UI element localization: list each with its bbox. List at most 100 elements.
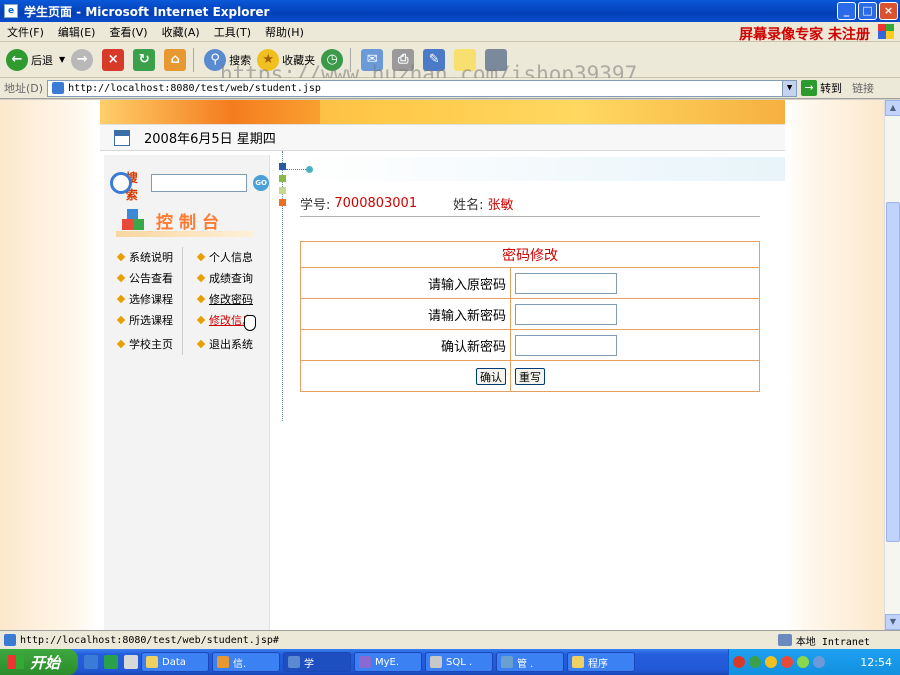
page-body: 搜索 GO 控制台 系统说明 公告查看 选修课程 所选课程 学校主页 个人信息 … (100, 151, 785, 630)
task-myeclipse[interactable]: MyE. (354, 652, 422, 672)
address-url: http://localhost:8080/test/web/student.j… (68, 82, 321, 94)
intranet-icon (777, 634, 792, 646)
nav-divider (182, 247, 183, 355)
menu-view[interactable]: 查看(V) (102, 24, 154, 40)
confirm-button[interactable]: 确认 (476, 367, 506, 385)
tray-messenger-icon[interactable] (765, 656, 777, 668)
status-text: http://localhost:8080/test/web/student.j… (20, 634, 279, 646)
back-dropdown-icon[interactable]: ▼ (59, 55, 65, 64)
system-tray: 12:54 (728, 649, 900, 675)
clock: 12:54 (860, 655, 892, 669)
header-dotline (286, 169, 306, 170)
header-dot-icon (306, 166, 313, 173)
search-go-button[interactable]: GO (253, 175, 269, 191)
task-manager[interactable]: 管 . (496, 652, 564, 672)
search-input[interactable] (151, 174, 248, 192)
scroll-down-icon[interactable]: ▼ (885, 614, 900, 630)
back-button[interactable]: ← 后退 ▼ (6, 48, 65, 71)
task-student[interactable]: 学 (283, 652, 351, 672)
student-name-value: 张敏 (487, 198, 514, 213)
task-programs[interactable]: 程序 (567, 652, 635, 672)
back-label: 后退 (31, 53, 53, 67)
nav-elective-courses[interactable]: 选修课程 (116, 291, 173, 307)
current-date: 2008年6月5日 星期四 (144, 132, 276, 147)
status-bar: http://localhost:8080/test/web/student.j… (0, 630, 900, 649)
hand-cursor-icon (244, 315, 256, 331)
address-dropdown-icon[interactable]: ▼ (782, 80, 797, 96)
windows-logo-icon (878, 24, 894, 39)
address-label: 地址(D) (4, 82, 44, 95)
confirm-password-label: 确认新密码 (300, 329, 511, 361)
student-name-label: 姓名: (453, 198, 484, 213)
stop-button[interactable]: × (102, 48, 127, 71)
vertical-scrollbar[interactable]: ▲ ▼ (884, 100, 900, 630)
menu-file[interactable]: 文件(F) (0, 24, 51, 40)
maximize-button[interactable]: □ (858, 2, 877, 20)
tray-network-icon[interactable] (749, 656, 761, 668)
forward-button[interactable]: → (71, 48, 96, 71)
content-header-strip (292, 157, 785, 181)
new-password-label: 请输入新密码 (300, 298, 511, 330)
new-password-input[interactable] (515, 303, 617, 325)
nav-selected-courses[interactable]: 所选课程 (116, 312, 173, 328)
scroll-up-icon[interactable]: ▲ (885, 100, 900, 116)
nav-notices[interactable]: 公告查看 (116, 270, 173, 286)
search-magnifier-icon (110, 172, 132, 194)
ie-icon (288, 656, 300, 668)
scroll-thumb[interactable] (886, 202, 900, 542)
start-label: 开始 (30, 653, 61, 672)
nav-change-password[interactable]: 修改密码 (196, 291, 253, 307)
recorder-watermark: 屏幕录像专家 未注册 (739, 27, 870, 43)
confirm-password-input[interactable] (515, 334, 617, 356)
nav-logout[interactable]: 退出系统 (196, 336, 253, 352)
console-underline (116, 231, 254, 237)
nav-personal-info[interactable]: 个人信息 (196, 249, 253, 265)
old-password-input[interactable] (515, 272, 617, 294)
page-icon (52, 82, 65, 94)
nav-school-home[interactable]: 学校主页 (116, 336, 173, 352)
refresh-button[interactable]: ↻ (133, 48, 158, 71)
start-button[interactable]: 开始 (0, 649, 78, 675)
quick-launch-desktop-icon[interactable] (124, 655, 138, 669)
go-button[interactable]: → 转到 (801, 80, 842, 96)
links-label[interactable]: 链接 (852, 80, 874, 96)
menu-tools[interactable]: 工具(T) (207, 24, 258, 40)
task-data[interactable]: Data (141, 652, 209, 672)
tray-app-icon[interactable] (733, 656, 745, 668)
app-icon (217, 656, 229, 668)
myeclipse-icon (359, 656, 371, 668)
menu-favorites[interactable]: 收藏(A) (155, 24, 207, 40)
quick-launch-app-icon[interactable] (104, 655, 118, 669)
windows-flag-icon (8, 655, 24, 669)
page-viewport: 2008年6月5日 星期四 搜索 GO 控制台 系统说明 公告查看 选修课程 所… (0, 100, 884, 630)
date-bar: 2008年6月5日 星期四 (100, 124, 785, 151)
address-input[interactable]: http://localhost:8080/test/web/student.j… (47, 79, 798, 97)
toolbar-separator (193, 47, 195, 72)
tray-qq-icon[interactable] (781, 656, 793, 668)
minimize-button[interactable]: _ (837, 2, 856, 20)
window-title: 学生页面 - Microsoft Internet Explorer (24, 4, 270, 19)
sql-icon (430, 656, 442, 668)
go-arrow-icon: → (801, 80, 818, 96)
calendar-icon (114, 129, 130, 146)
console-header: 控制台 (122, 207, 258, 233)
back-arrow-icon: ← (6, 48, 28, 71)
reset-button[interactable]: 重写 (515, 367, 545, 385)
password-form-title: 密码修改 (300, 241, 760, 268)
forward-arrow-icon: → (71, 48, 94, 71)
quick-launch-ie-icon[interactable] (84, 655, 98, 669)
home-button[interactable]: ⌂ (164, 48, 189, 71)
security-zone: 本地 Intranet (777, 633, 870, 648)
close-button[interactable]: × (879, 2, 898, 20)
left-sidebar: 搜索 GO 控制台 系统说明 公告查看 选修课程 所选课程 学校主页 个人信息 … (104, 155, 270, 630)
nav-grade-query[interactable]: 成绩查询 (196, 270, 253, 286)
menu-help[interactable]: 帮助(H) (258, 24, 311, 40)
task-sql[interactable]: SQL . (425, 652, 493, 672)
nav-system-info[interactable]: 系统说明 (116, 249, 173, 265)
task-info[interactable]: 信. (212, 652, 280, 672)
zone-label: 本地 Intranet (795, 636, 870, 648)
menu-edit[interactable]: 编辑(E) (51, 24, 103, 40)
status-page-icon (4, 634, 16, 646)
tray-shield-icon[interactable] (797, 656, 809, 668)
tray-volume-icon[interactable] (813, 656, 825, 668)
